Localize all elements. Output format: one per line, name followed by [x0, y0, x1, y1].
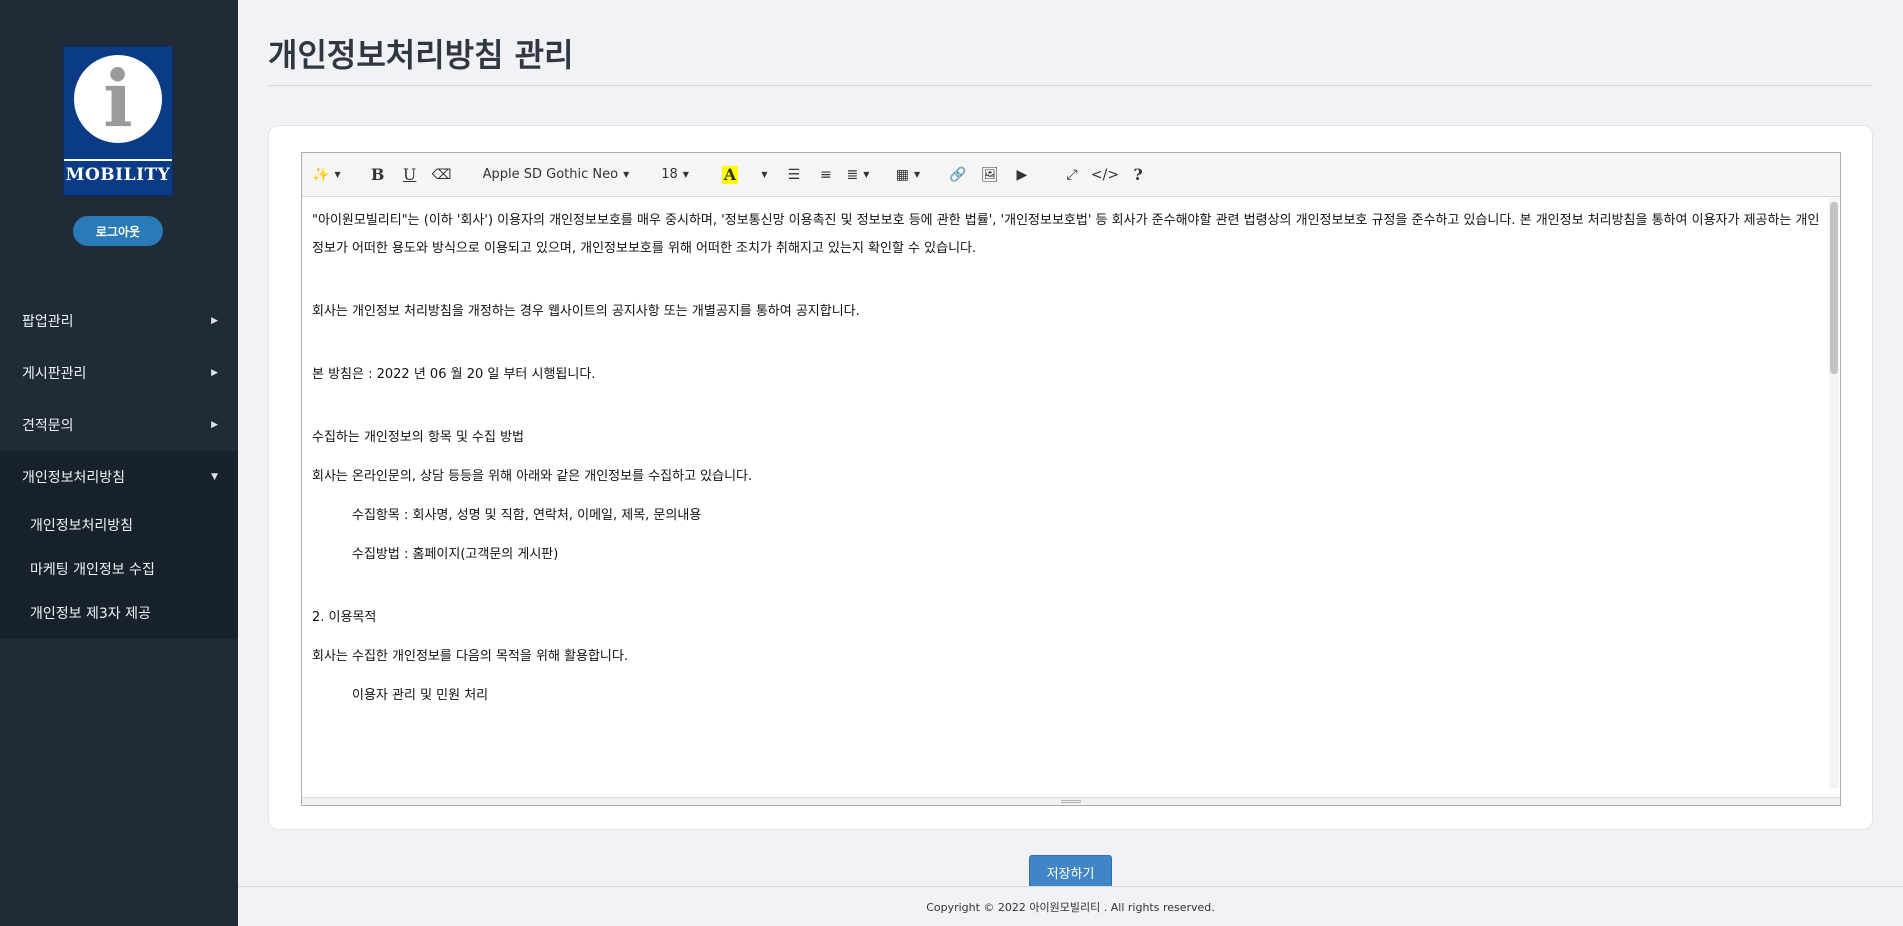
- content-paragraph: 회사는 수집한 개인정보를 다음의 목적을 위해 활용합니다.: [312, 649, 628, 664]
- video-icon[interactable]: ▶: [1009, 161, 1035, 189]
- help-icon[interactable]: ?: [1125, 161, 1151, 189]
- submenu-item-third-party[interactable]: 개인정보 제3자 제공: [0, 591, 238, 635]
- font-size-value: 18: [661, 167, 678, 182]
- underline-button[interactable]: U: [397, 161, 423, 189]
- table-icon[interactable]: ▦ ▼: [895, 161, 921, 189]
- font-family-value: Apple SD Gothic Neo: [482, 167, 619, 182]
- logout-button[interactable]: 로그아웃: [73, 216, 163, 246]
- sidebar-item-label: 견적문의: [22, 418, 74, 434]
- content-paragraph: 본 방침은 : 2022 년 06 월 20 일 부터 시행됩니다.: [312, 367, 596, 382]
- editor-resize-handle[interactable]: [302, 797, 1840, 805]
- sidebar-menu: 팝업관리 ▶ 게시판관리 ▶ 견적문의 ▶ 개인정보처리방침 ▼ 개인정보처리방…: [0, 295, 238, 639]
- editor-card: ✨ ▼ B U ⌫ Apple SD Gothic Neo ▼ 18 ▼ A ▼ ☰ …: [268, 125, 1873, 830]
- company-logo[interactable]: i MOBILITY: [63, 46, 173, 196]
- logo-divider: [64, 159, 172, 161]
- content-paragraph: 수집방법 : 홈페이지(고객문의 게시판): [352, 547, 559, 562]
- sidebar-item-quote[interactable]: 견적문의 ▶: [0, 399, 238, 451]
- sidebar-item-popup[interactable]: 팝업관리 ▶: [0, 295, 238, 347]
- content-paragraph: 2. 이용목적: [312, 610, 377, 625]
- submenu-item-privacy-policy[interactable]: 개인정보처리방침: [0, 503, 238, 547]
- sidebar-item-label: 게시판관리: [22, 366, 87, 382]
- bold-button[interactable]: B: [365, 161, 391, 189]
- numbered-list-icon[interactable]: ≡: [813, 161, 839, 189]
- rich-text-editor: ✨ ▼ B U ⌫ Apple SD Gothic Neo ▼ 18 ▼ A ▼ ☰ …: [301, 152, 1841, 806]
- font-size-dropdown[interactable]: 18 ▼: [657, 161, 693, 189]
- image-icon[interactable]: 🖼: [977, 161, 1003, 189]
- caret-right-icon: ▶: [211, 316, 218, 326]
- scrollbar-thumb[interactable]: [1830, 202, 1838, 374]
- color-dropdown-caret-icon[interactable]: ▼: [749, 161, 775, 189]
- privacy-submenu: 개인정보처리방침 마케팅 개인정보 수집 개인정보 제3자 제공: [0, 503, 238, 639]
- text-color-button[interactable]: A: [717, 161, 743, 189]
- content-paragraph: 수집하는 개인정보의 항목 및 수집 방법: [312, 430, 525, 445]
- title-divider: [268, 85, 1872, 86]
- copyright-text: Copyright © 2022 아이원모빌리티 . All rights re…: [926, 900, 1215, 914]
- eraser-icon[interactable]: ⌫: [429, 161, 455, 189]
- caret-right-icon: ▶: [211, 420, 218, 430]
- caret-down-icon: ▼: [211, 472, 218, 482]
- sidebar-item-privacy[interactable]: 개인정보처리방침 ▼: [0, 451, 238, 503]
- logo-text: MOBILITY: [65, 165, 171, 185]
- magic-style-icon[interactable]: ✨ ▼: [312, 161, 341, 189]
- editor-content[interactable]: "아이원모빌리티"는 (이하 '회사') 이용자의 개인정보보호를 매우 중시하…: [302, 197, 1840, 789]
- save-button[interactable]: 저장하기: [1029, 855, 1112, 889]
- link-icon[interactable]: 🔗: [945, 161, 971, 189]
- align-icon[interactable]: ≣ ▼: [845, 161, 871, 189]
- content-paragraph: "아이원모빌리티"는 (이하 '회사') 이용자의 개인정보보호를 매우 중시하…: [312, 213, 1820, 256]
- bullet-list-icon[interactable]: ☰: [781, 161, 807, 189]
- logo-i-icon: i: [74, 55, 162, 143]
- text-color-icon: A: [721, 164, 739, 184]
- content-paragraph: 수집항목 : 회사명, 성명 및 직함, 연락처, 이메일, 제목, 문의내용: [352, 508, 702, 523]
- content-paragraph: 이용자 관리 및 민원 처리: [352, 688, 489, 703]
- content-paragraph: 회사는 개인정보 처리방침을 개정하는 경우 웹사이트의 공지사항 또는 개별공…: [312, 304, 860, 319]
- editor-toolbar: ✨ ▼ B U ⌫ Apple SD Gothic Neo ▼ 18 ▼ A ▼ ☰ …: [302, 153, 1840, 197]
- code-view-icon[interactable]: </>: [1091, 161, 1119, 189]
- footer: Copyright © 2022 아이원모빌리티 . All rights re…: [238, 886, 1903, 926]
- page-title: 개인정보처리방침 관리: [268, 36, 574, 74]
- fullscreen-icon[interactable]: ⤢: [1059, 161, 1085, 189]
- font-family-dropdown[interactable]: Apple SD Gothic Neo ▼: [479, 161, 634, 189]
- resize-grip-icon: [1061, 800, 1081, 803]
- content-paragraph: 회사는 온라인문의, 상담 등등을 위해 아래와 같은 개인정보를 수집하고 있…: [312, 469, 753, 484]
- sidebar: i MOBILITY 로그아웃 팝업관리 ▶ 게시판관리 ▶ 견적문의 ▶ 개인…: [0, 0, 238, 926]
- sidebar-item-label: 개인정보처리방침: [22, 470, 126, 486]
- editor-scrollbar[interactable]: [1829, 198, 1839, 788]
- caret-right-icon: ▶: [211, 368, 218, 378]
- sidebar-item-board[interactable]: 게시판관리 ▶: [0, 347, 238, 399]
- submenu-item-marketing[interactable]: 마케팅 개인정보 수집: [0, 547, 238, 591]
- sidebar-item-label: 팝업관리: [22, 314, 74, 330]
